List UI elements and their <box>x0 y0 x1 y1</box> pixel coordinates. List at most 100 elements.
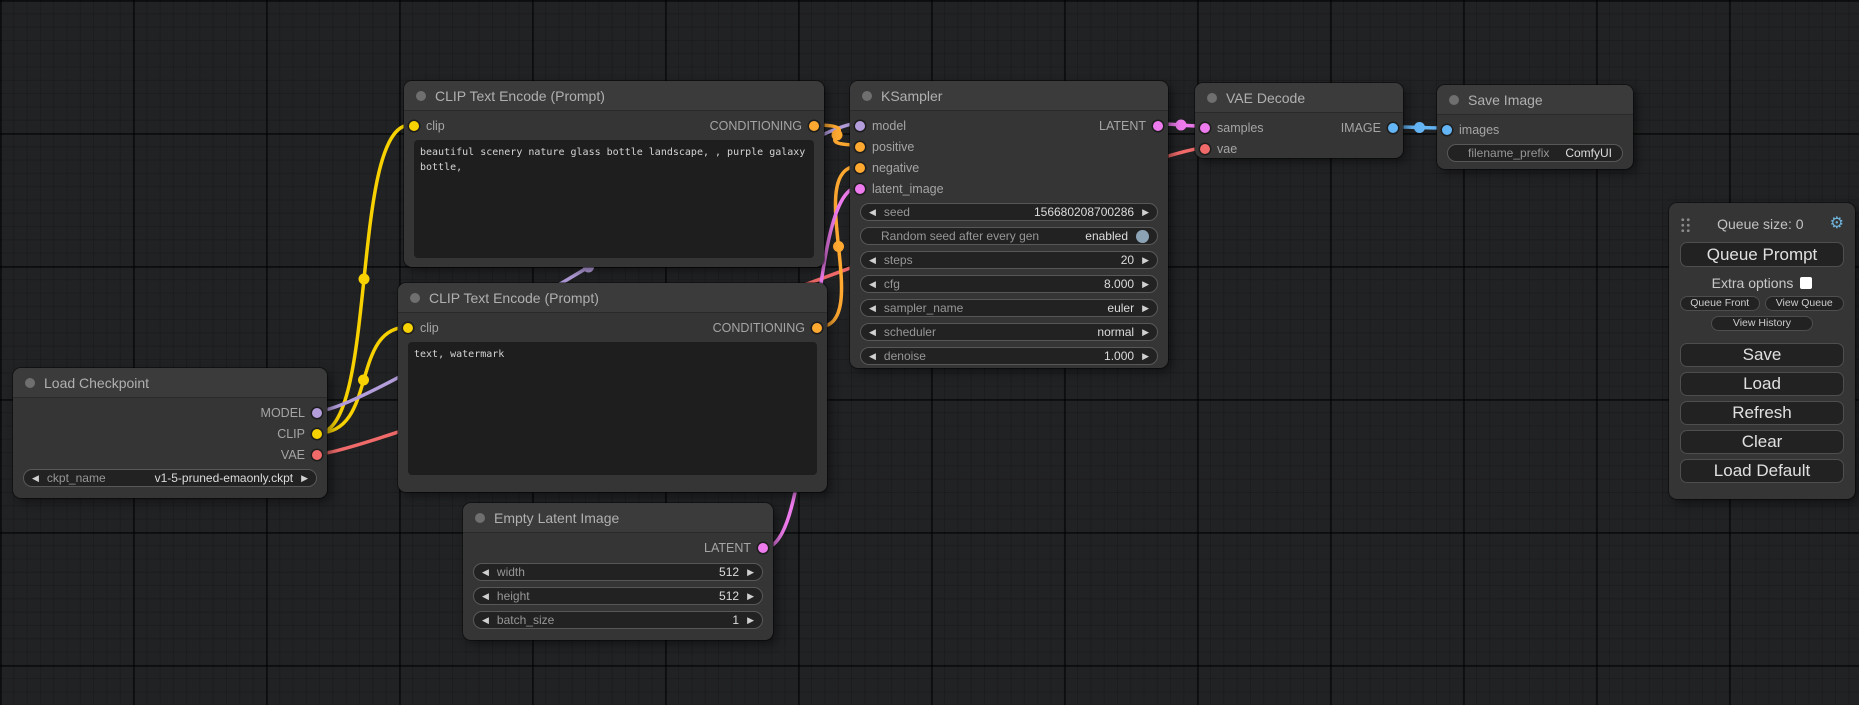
widget-value: 156680208700286 <box>1034 205 1134 219</box>
denoise-stepper[interactable]: ◀ denoise 1.000 ▶ <box>860 347 1158 365</box>
load-button[interactable]: Load <box>1680 372 1844 396</box>
clip-input-slot[interactable] <box>403 323 413 333</box>
clip-output-slot[interactable] <box>312 429 322 439</box>
seed-stepper[interactable]: ◀ seed 156680208700286 ▶ <box>860 203 1158 221</box>
left-arrow-icon[interactable]: ◀ <box>482 592 489 601</box>
widget-label: width <box>497 565 525 579</box>
node-title-bar[interactable]: Empty Latent Image <box>463 503 773 533</box>
widget-label: filename_prefix <box>1468 146 1549 160</box>
model-input-slot[interactable] <box>855 121 865 131</box>
input-label: latent_image <box>872 182 944 196</box>
random-seed-toggle[interactable]: Random seed after every gen enabled <box>860 227 1158 245</box>
left-arrow-icon[interactable]: ◀ <box>869 304 876 313</box>
prompt-textarea[interactable]: beautiful scenery nature glass bottle la… <box>414 140 814 258</box>
collapse-dot-icon[interactable] <box>862 91 872 101</box>
output-label: LATENT <box>1099 119 1146 133</box>
right-arrow-icon[interactable]: ▶ <box>301 474 308 483</box>
collapse-dot-icon[interactable] <box>25 378 35 388</box>
ckpt-name-combo[interactable]: ◀ ckpt_name v1-5-pruned-emaonly.ckpt ▶ <box>23 469 317 487</box>
widget-label: ckpt_name <box>47 471 106 485</box>
samples-input-slot[interactable] <box>1200 123 1210 133</box>
widget-value: normal <box>1097 325 1134 339</box>
link-dot <box>832 130 843 141</box>
clear-button[interactable]: Clear <box>1680 430 1844 454</box>
save-button[interactable]: Save <box>1680 343 1844 367</box>
widget-label: denoise <box>884 349 926 363</box>
scheduler-combo[interactable]: ◀ scheduler normal ▶ <box>860 323 1158 341</box>
node-vae-decode[interactable]: VAE Decode samples IMAGE vae <box>1195 83 1403 158</box>
drag-handle-icon[interactable] <box>1680 217 1691 232</box>
right-arrow-icon[interactable]: ▶ <box>747 568 754 577</box>
cfg-stepper[interactable]: ◀ cfg 8.000 ▶ <box>860 275 1158 293</box>
collapse-dot-icon[interactable] <box>416 91 426 101</box>
view-history-button[interactable]: View History <box>1711 316 1813 331</box>
right-arrow-icon[interactable]: ▶ <box>1142 280 1149 289</box>
height-stepper[interactable]: ◀ height 512 ▶ <box>473 587 763 605</box>
conditioning-output-slot[interactable] <box>812 323 822 333</box>
node-graph-canvas[interactable]: Load Checkpoint MODEL CLIP VAE ◀ ckpt_na… <box>0 0 1859 705</box>
images-input-slot[interactable] <box>1442 125 1452 135</box>
sampler-name-combo[interactable]: ◀ sampler_name euler ▶ <box>860 299 1158 317</box>
latent-image-input-slot[interactable] <box>855 184 865 194</box>
node-ksampler[interactable]: KSampler model LATENT positive negative … <box>850 81 1168 368</box>
node-title-bar[interactable]: VAE Decode <box>1195 83 1403 113</box>
left-arrow-icon[interactable]: ◀ <box>869 280 876 289</box>
queue-front-button[interactable]: Queue Front <box>1680 296 1760 311</box>
link-dot <box>833 241 844 252</box>
right-arrow-icon[interactable]: ▶ <box>747 616 754 625</box>
steps-stepper[interactable]: ◀ steps 20 ▶ <box>860 251 1158 269</box>
filename-prefix-field[interactable]: filename_prefix ComfyUI <box>1447 144 1623 162</box>
collapse-dot-icon[interactable] <box>475 513 485 523</box>
extra-options-checkbox[interactable] <box>1800 277 1812 289</box>
widget-value: 1 <box>732 613 739 627</box>
collapse-dot-icon[interactable] <box>410 293 420 303</box>
vae-output-slot[interactable] <box>312 450 322 460</box>
node-empty-latent-image[interactable]: Empty Latent Image LATENT ◀ width 512 ▶ … <box>463 503 773 640</box>
right-arrow-icon[interactable]: ▶ <box>1142 256 1149 265</box>
collapse-dot-icon[interactable] <box>1449 95 1459 105</box>
node-title-bar[interactable]: KSampler <box>850 81 1168 111</box>
prompt-textarea[interactable]: text, watermark <box>408 342 817 475</box>
left-arrow-icon[interactable]: ◀ <box>482 568 489 577</box>
node-title-bar[interactable]: Load Checkpoint <box>13 368 327 398</box>
conditioning-output-slot[interactable] <box>809 121 819 131</box>
image-output-slot[interactable] <box>1388 123 1398 133</box>
negative-input-slot[interactable] <box>855 163 865 173</box>
right-arrow-icon[interactable]: ▶ <box>747 592 754 601</box>
gear-icon[interactable]: ⚙ <box>1830 216 1844 232</box>
input-label: model <box>872 119 906 133</box>
batch-size-stepper[interactable]: ◀ batch_size 1 ▶ <box>473 611 763 629</box>
node-title-bar[interactable]: CLIP Text Encode (Prompt) <box>404 81 824 111</box>
right-arrow-icon[interactable]: ▶ <box>1142 328 1149 337</box>
latent-output-slot[interactable] <box>1153 121 1163 131</box>
node-save-image[interactable]: Save Image images filename_prefix ComfyU… <box>1437 85 1633 169</box>
output-label: CLIP <box>277 427 305 441</box>
positive-input-slot[interactable] <box>855 142 865 152</box>
refresh-button[interactable]: Refresh <box>1680 401 1844 425</box>
node-clip-text-encode-positive[interactable]: CLIP Text Encode (Prompt) clip CONDITION… <box>404 81 824 267</box>
load-default-button[interactable]: Load Default <box>1680 459 1844 483</box>
right-arrow-icon[interactable]: ▶ <box>1142 352 1149 361</box>
clip-input-slot[interactable] <box>409 121 419 131</box>
width-stepper[interactable]: ◀ width 512 ▶ <box>473 563 763 581</box>
left-arrow-icon[interactable]: ◀ <box>869 352 876 361</box>
left-arrow-icon[interactable]: ◀ <box>482 616 489 625</box>
queue-prompt-button[interactable]: Queue Prompt <box>1680 242 1844 267</box>
model-output-slot[interactable] <box>312 408 322 418</box>
collapse-dot-icon[interactable] <box>1207 93 1217 103</box>
view-queue-button[interactable]: View Queue <box>1765 296 1845 311</box>
right-arrow-icon[interactable]: ▶ <box>1142 208 1149 217</box>
node-clip-text-encode-negative[interactable]: CLIP Text Encode (Prompt) clip CONDITION… <box>398 283 827 492</box>
left-arrow-icon[interactable]: ◀ <box>869 208 876 217</box>
left-arrow-icon[interactable]: ◀ <box>869 328 876 337</box>
left-arrow-icon[interactable]: ◀ <box>32 474 39 483</box>
right-arrow-icon[interactable]: ▶ <box>1142 304 1149 313</box>
widget-label: height <box>497 589 530 603</box>
vae-input-slot[interactable] <box>1200 144 1210 154</box>
node-title-bar[interactable]: CLIP Text Encode (Prompt) <box>398 283 827 313</box>
left-arrow-icon[interactable]: ◀ <box>869 256 876 265</box>
node-load-checkpoint[interactable]: Load Checkpoint MODEL CLIP VAE ◀ ckpt_na… <box>13 368 327 498</box>
latent-output-slot[interactable] <box>758 543 768 553</box>
node-title-bar[interactable]: Save Image <box>1437 85 1633 115</box>
toggle-dot-icon[interactable] <box>1136 230 1149 243</box>
